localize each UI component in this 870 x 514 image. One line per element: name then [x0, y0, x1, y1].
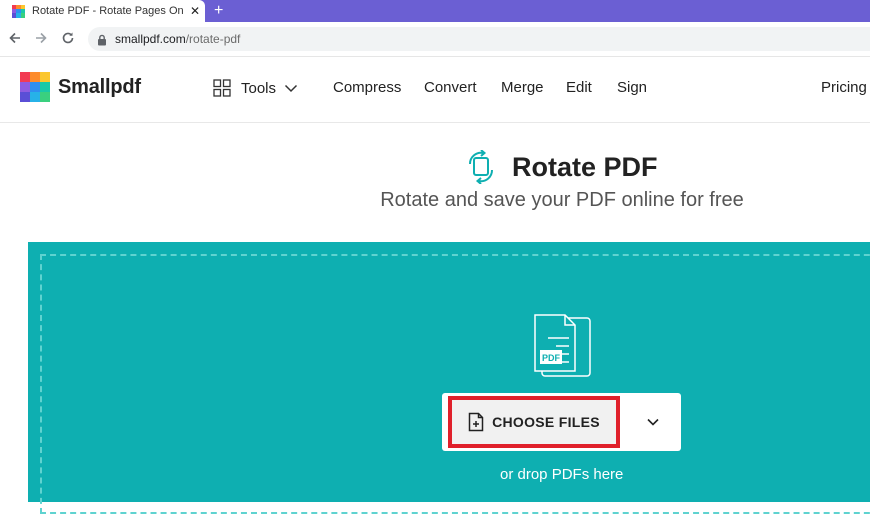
back-arrow-icon[interactable] [7, 30, 23, 46]
address-bar[interactable]: smallpdf.com/rotate-pdf [88, 27, 870, 51]
reload-icon[interactable] [60, 30, 76, 46]
choose-files-label: CHOOSE FILES [492, 414, 600, 430]
new-tab-button[interactable]: + [214, 1, 223, 21]
grid-icon [213, 79, 231, 97]
url-text: smallpdf.com/rotate-pdf [115, 32, 241, 46]
nav-merge[interactable]: Merge [501, 79, 544, 96]
rotate-icon [468, 150, 494, 184]
choose-files-button[interactable]: CHOOSE FILES [448, 396, 620, 448]
nav-compress[interactable]: Compress [333, 79, 401, 96]
drop-hint: or drop PDFs here [500, 466, 624, 483]
nav-sign[interactable]: Sign [617, 79, 647, 96]
chevron-down-icon [647, 418, 659, 426]
page-subtitle: Rotate and save your PDF online for free [380, 189, 744, 211]
forward-arrow-icon[interactable] [33, 30, 49, 46]
tools-label: Tools [241, 79, 277, 97]
nav-convert[interactable]: Convert [424, 79, 477, 96]
tools-menu[interactable]: Tools [213, 79, 298, 97]
nav-edit[interactable]: Edit [566, 79, 592, 96]
smallpdf-favicon-icon [12, 4, 25, 18]
site-header: Smallpdf Tools Compress Convert Merge Ed… [0, 57, 870, 123]
pdf-file-icon: PDF [534, 314, 591, 377]
add-file-icon [468, 412, 484, 432]
page-title: Rotate PDF [512, 151, 658, 182]
file-dropzone[interactable] [28, 242, 870, 514]
browser-tab-strip: Rotate PDF - Rotate Pages Online ✕ + [0, 0, 870, 22]
hero-title-row: Rotate PDF [466, 150, 658, 184]
upload-options-dropdown[interactable] [625, 396, 681, 448]
smallpdf-logo[interactable]: Smallpdf [20, 72, 141, 102]
browser-tab[interactable]: Rotate PDF - Rotate Pages Online ✕ [0, 0, 205, 22]
smallpdf-logo-icon [20, 72, 50, 102]
tab-title: Rotate PDF - Rotate Pages Online [32, 5, 184, 17]
browser-toolbar: smallpdf.com/rotate-pdf [0, 22, 870, 57]
lock-icon [97, 33, 107, 51]
chevron-down-icon [285, 84, 298, 92]
logo-text: Smallpdf [58, 75, 141, 98]
nav-pricing[interactable]: Pricing [821, 79, 867, 96]
tab-close-icon[interactable]: ✕ [190, 5, 200, 17]
pdf-badge: PDF [542, 353, 561, 363]
dropzone-dashed-border [40, 254, 870, 514]
